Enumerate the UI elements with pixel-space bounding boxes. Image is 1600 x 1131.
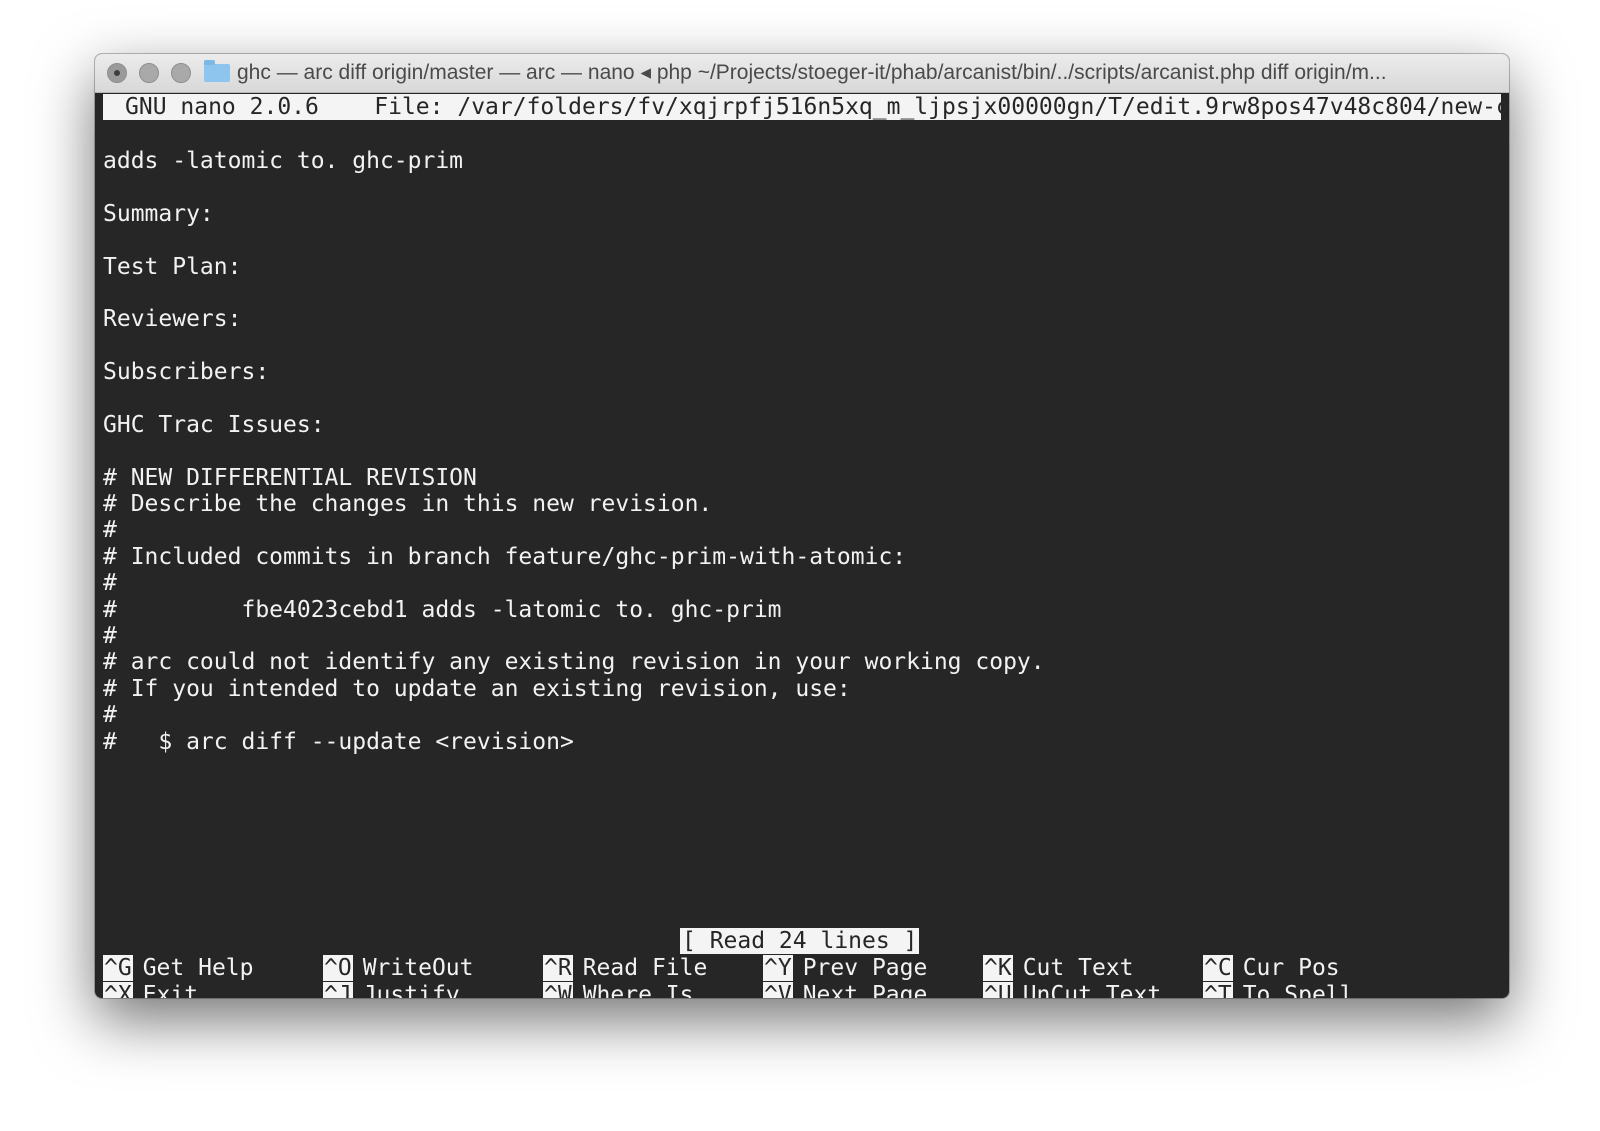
shortcut-key: ^Y bbox=[763, 955, 793, 981]
shortcut-key: ^K bbox=[983, 955, 1013, 981]
editor-line: # arc could not identify any existing re… bbox=[103, 649, 1045, 676]
shortcut-key: ^R bbox=[543, 955, 573, 981]
shortcut-prev-page[interactable]: ^Y Prev Page bbox=[763, 955, 927, 982]
editor-line: # If you intended to update an existing … bbox=[103, 675, 851, 702]
shortcut-label: Read File bbox=[582, 955, 708, 981]
shortcut-label: Get Help bbox=[142, 955, 254, 981]
editor-line: # bbox=[103, 570, 117, 597]
editor-line: # Included commits in branch feature/ghc… bbox=[103, 543, 907, 570]
editor-line: Subscribers: bbox=[103, 359, 270, 386]
shortcut-exit[interactable]: ^X Exit bbox=[103, 982, 198, 998]
folder-icon bbox=[204, 60, 230, 82]
editor-line: GHC Trac Issues: bbox=[103, 411, 325, 438]
shortcut-label: Where Is bbox=[582, 982, 694, 998]
shortcut-label: Justify bbox=[362, 982, 460, 998]
shortcut-label: Cut Text bbox=[1022, 955, 1134, 981]
shortcut-read-file[interactable]: ^R Read File bbox=[543, 955, 707, 982]
shortcut-where-is[interactable]: ^W Where Is bbox=[543, 982, 693, 998]
nano-file-path: File: /var/folders/fv/xqjrpfj516n5xq_m_l… bbox=[374, 94, 1509, 120]
shortcut-get-help[interactable]: ^G Get Help bbox=[103, 955, 253, 982]
shortcut-uncut-text[interactable]: ^U UnCut Text bbox=[983, 982, 1161, 998]
terminal-window: ghc — arc diff origin/master — arc — nan… bbox=[95, 54, 1509, 998]
shortcut-to-spell[interactable]: ^T To Spell bbox=[1203, 982, 1353, 998]
editor-line: # bbox=[103, 517, 117, 544]
shortcut-cut-text[interactable]: ^K Cut Text bbox=[983, 955, 1133, 982]
editor-line: Reviewers: bbox=[103, 306, 242, 333]
shortcut-label: WriteOut bbox=[362, 955, 474, 981]
shortcut-label: Prev Page bbox=[802, 955, 928, 981]
shortcut-key: ^W bbox=[543, 982, 573, 998]
nano-header-bar: GNU nano 2.0.6 File: /var/folders/fv/xqj… bbox=[103, 94, 1509, 120]
shortcut-key: ^G bbox=[103, 955, 133, 981]
shortcut-next-page[interactable]: ^V Next Page bbox=[763, 982, 927, 998]
shortcut-label: To Spell bbox=[1242, 982, 1354, 998]
editor-line: # NEW DIFFERENTIAL REVISION bbox=[103, 464, 477, 491]
nano-version: GNU nano 2.0.6 bbox=[125, 94, 319, 120]
window-title: ghc — arc diff origin/master — arc — nan… bbox=[237, 61, 1387, 84]
shortcut-key: ^X bbox=[103, 982, 133, 998]
shortcut-justify[interactable]: ^J Justify bbox=[323, 982, 460, 998]
editor-buffer[interactable]: adds -latomic to. ghc-prim Summary: Test… bbox=[103, 148, 1501, 755]
terminal-content[interactable]: GNU nano 2.0.6 File: /var/folders/fv/xqj… bbox=[103, 92, 1509, 998]
editor-line: # $ arc diff --update <revision> bbox=[103, 728, 574, 755]
editor-line: Test Plan: bbox=[103, 253, 242, 280]
close-window-button[interactable] bbox=[107, 63, 127, 83]
shortcut-key: ^T bbox=[1203, 982, 1233, 998]
shortcut-key: ^O bbox=[323, 955, 353, 981]
zoom-window-button[interactable] bbox=[171, 63, 191, 83]
shortcut-row: ^X Exit ^J Justify ^W Where Is ^V Next Page … bbox=[103, 982, 1501, 998]
shortcut-cur-pos[interactable]: ^C Cur Pos bbox=[1203, 955, 1340, 982]
shortcut-label: Cur Pos bbox=[1242, 955, 1340, 981]
shortcut-bar: ^G Get Help ^O WriteOut ^R Read File ^Y Prev… bbox=[103, 955, 1501, 998]
title-bar[interactable]: ghc — arc diff origin/master — arc — nan… bbox=[95, 54, 1509, 93]
shortcut-label: UnCut Text bbox=[1022, 982, 1162, 998]
editor-line: # Describe the changes in this new revis… bbox=[103, 491, 713, 518]
shortcut-key: ^J bbox=[323, 982, 353, 998]
shortcut-row: ^G Get Help ^O WriteOut ^R Read File ^Y Prev… bbox=[103, 955, 1501, 982]
status-message: [ Read 24 lines ] bbox=[680, 928, 920, 954]
shortcut-label: Next Page bbox=[802, 982, 928, 998]
shortcut-key: ^V bbox=[763, 982, 793, 998]
editor-line: adds -latomic to. ghc-prim bbox=[103, 148, 464, 174]
editor-line: Summary: bbox=[103, 200, 214, 227]
editor-line: # fbe4023cebd1 adds -latomic to. ghc-pri… bbox=[103, 596, 782, 623]
editor-line: # bbox=[103, 702, 117, 729]
shortcut-key: ^C bbox=[1203, 955, 1233, 981]
minimize-window-button[interactable] bbox=[139, 63, 159, 83]
shortcut-key: ^U bbox=[983, 982, 1013, 998]
editor-line: # bbox=[103, 623, 117, 650]
shortcut-writeout[interactable]: ^O WriteOut bbox=[323, 955, 473, 982]
shortcut-label: Exit bbox=[142, 982, 199, 998]
